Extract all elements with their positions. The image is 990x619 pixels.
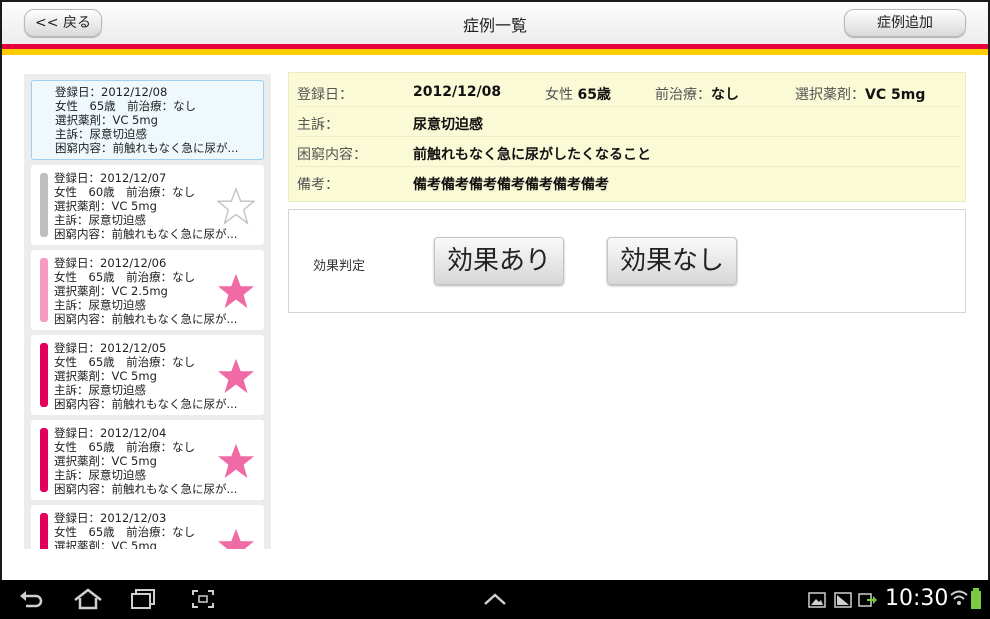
gallery-notification-icon — [808, 592, 826, 608]
case-reg-date: 登録日：2012/12/03 — [54, 511, 167, 525]
case-drug: 選択薬剤：VC 5mg — [54, 199, 157, 213]
detail-prior-label: 前治療： — [655, 87, 711, 103]
case-drug: 選択薬剤：VC 5mg — [54, 369, 157, 383]
case-trouble: 困窮内容：前触れもなく急に尿が... — [54, 227, 238, 241]
case-list-item[interactable]: 登録日：2012/12/06 女性 65歳 前治療：なし 選択薬剤：VC 2.5… — [31, 250, 264, 330]
home-nav-icon[interactable] — [73, 588, 103, 610]
screenshot-icon[interactable] — [190, 588, 216, 610]
effect-no-button[interactable]: 効果なし — [607, 237, 737, 285]
case-item-text: 登録日：2012/12/04 女性 65歳 前治療：なし 選択薬剤：VC 5mg… — [54, 426, 237, 496]
case-status-bar — [40, 258, 48, 322]
chevron-up-icon[interactable] — [483, 592, 507, 606]
detail-prior-value: なし — [711, 87, 739, 103]
case-drug: 選択薬剤：VC 5mg — [54, 454, 157, 468]
system-navigation-bar: 10:30 — [0, 580, 990, 619]
case-trouble: 困窮内容：前触れもなく急に尿が... — [54, 397, 238, 411]
case-list-item[interactable]: 登録日：2012/12/08 女性 65歳 前治療：なし 選択薬剤：VC 5mg… — [31, 80, 264, 160]
case-item-text: 登録日：2012/12/03 女性 65歳 前治療：なし 選択薬剤：VC 5mg — [54, 511, 195, 549]
case-drug: 選択薬剤：VC 5mg — [54, 539, 157, 549]
case-status-bar — [40, 513, 48, 549]
case-trouble: 困窮内容：前触れもなく急に尿が... — [54, 312, 238, 326]
case-trouble: 困窮内容：前触れもなく急に尿が... — [54, 482, 238, 496]
detail-drug: 選択薬剤：VC 5mg — [795, 84, 925, 104]
detail-trouble-value: 前触れもなく急に尿がしたくなること — [413, 147, 651, 163]
back-nav-icon[interactable] — [18, 588, 44, 610]
detail-note-value: 備考備考備考備考備考備考備考 — [413, 177, 609, 193]
case-status-bar — [40, 343, 48, 407]
pink-star-icon[interactable] — [217, 357, 255, 395]
battery-icon — [971, 588, 981, 609]
detail-reg-value: 2012/12/08 — [413, 84, 502, 100]
add-case-button[interactable]: 症例追加 — [844, 9, 966, 37]
case-status-bar — [40, 173, 48, 237]
effect-yes-button[interactable]: 効果あり — [434, 237, 564, 285]
detail-row-complaint: 主訴： 尿意切迫感 — [295, 107, 961, 137]
case-trouble: 困窮内容：前触れもなく急に尿が... — [55, 141, 239, 155]
case-list[interactable]: 登録日：2012/12/08 女性 65歳 前治療：なし 選択薬剤：VC 5mg… — [24, 74, 271, 549]
case-item-text: 登録日：2012/12/08 女性 65歳 前治療：なし 選択薬剤：VC 5mg… — [55, 85, 238, 155]
detail-complaint-label: 主訴： — [297, 117, 339, 133]
detail-note-label: 備考： — [297, 177, 339, 193]
case-item-text: 登録日：2012/12/06 女性 65歳 前治療：なし 選択薬剤：VC 2.5… — [54, 256, 237, 326]
case-patient: 女性 65歳 前治療：なし — [54, 355, 196, 369]
effect-judgement-label: 効果判定 — [313, 259, 366, 274]
detail-reg-label: 登録日： — [297, 87, 353, 103]
case-patient: 女性 65歳 前治療：なし — [54, 440, 196, 454]
recent-apps-icon[interactable] — [130, 588, 158, 610]
case-reg-date: 登録日：2012/12/08 — [55, 85, 168, 99]
screenshot-notification-icon — [834, 592, 852, 608]
app-screen: << 戻る 症例一覧 症例追加 登録日：2012/12/08 女性 65歳 前治… — [2, 2, 988, 580]
case-reg-date: 登録日：2012/12/05 — [54, 341, 167, 355]
case-patient: 女性 60歳 前治療：なし — [54, 185, 196, 199]
status-clock: 10:30 — [885, 586, 949, 611]
case-reg-date: 登録日：2012/12/07 — [54, 171, 167, 185]
case-patient: 女性 65歳 前治療：なし — [54, 525, 196, 539]
detail-complaint-value: 尿意切迫感 — [413, 117, 483, 133]
pink-star-icon[interactable] — [217, 272, 255, 310]
detail-prior: 前治療：なし — [655, 84, 739, 104]
case-complaint: 主訴：尿意切迫感 — [54, 468, 146, 482]
case-status-bar — [40, 428, 48, 492]
case-detail-table: 登録日： 2012/12/08 女性 65歳 前治療：なし 選択薬剤：VC 5m… — [288, 72, 966, 202]
case-complaint: 主訴：尿意切迫感 — [54, 383, 146, 397]
case-list-item[interactable]: 登録日：2012/12/04 女性 65歳 前治療：なし 選択薬剤：VC 5mg… — [31, 420, 264, 500]
case-patient: 女性 65歳 前治療：なし — [55, 99, 197, 113]
detail-row-registration: 登録日： 2012/12/08 女性 65歳 前治療：なし 選択薬剤：VC 5m… — [295, 77, 961, 107]
sync-notification-icon — [858, 593, 877, 607]
detail-row-trouble: 困窮内容： 前触れもなく急に尿がしたくなること — [295, 137, 961, 167]
case-drug: 選択薬剤：VC 5mg — [55, 113, 158, 127]
case-item-text: 登録日：2012/12/05 女性 65歳 前治療：なし 選択薬剤：VC 5mg… — [54, 341, 237, 411]
case-reg-date: 登録日：2012/12/06 — [54, 256, 167, 270]
detail-patient: 女性 65歳 — [545, 84, 611, 104]
case-drug: 選択薬剤：VC 2.5mg — [54, 284, 168, 298]
pink-star-icon[interactable] — [217, 442, 255, 480]
detail-trouble-label: 困窮内容： — [297, 147, 367, 163]
detail-age: 65歳 — [577, 87, 611, 103]
pink-star-icon[interactable] — [217, 527, 255, 549]
case-complaint: 主訴：尿意切迫感 — [54, 298, 146, 312]
case-reg-date: 登録日：2012/12/04 — [54, 426, 167, 440]
case-complaint: 主訴：尿意切迫感 — [55, 127, 147, 141]
detail-drug-value: VC 5mg — [865, 87, 926, 103]
case-item-text: 登録日：2012/12/07 女性 60歳 前治療：なし 選択薬剤：VC 5mg… — [54, 171, 237, 241]
case-complaint: 主訴：尿意切迫感 — [54, 213, 146, 227]
case-list-item[interactable]: 登録日：2012/12/05 女性 65歳 前治療：なし 選択薬剤：VC 5mg… — [31, 335, 264, 415]
detail-row-note: 備考： 備考備考備考備考備考備考備考 — [295, 167, 961, 197]
case-list-item[interactable]: 登録日：2012/12/03 女性 65歳 前治療：なし 選択薬剤：VC 5mg — [31, 505, 264, 549]
effect-judgement-panel: 効果判定 効果あり 効果なし — [288, 209, 966, 313]
case-list-item[interactable]: 登録日：2012/12/07 女性 60歳 前治療：なし 選択薬剤：VC 5mg… — [31, 165, 264, 245]
header: << 戻る 症例一覧 症例追加 — [2, 2, 988, 44]
header-stripe-yellow — [2, 49, 988, 55]
wifi-icon — [950, 590, 968, 605]
outline-star-icon[interactable] — [217, 187, 255, 225]
case-patient: 女性 65歳 前治療：なし — [54, 270, 196, 284]
detail-sex: 女性 — [545, 87, 573, 103]
page-title: 症例一覧 — [462, 16, 527, 35]
detail-drug-label: 選択薬剤： — [795, 87, 865, 103]
